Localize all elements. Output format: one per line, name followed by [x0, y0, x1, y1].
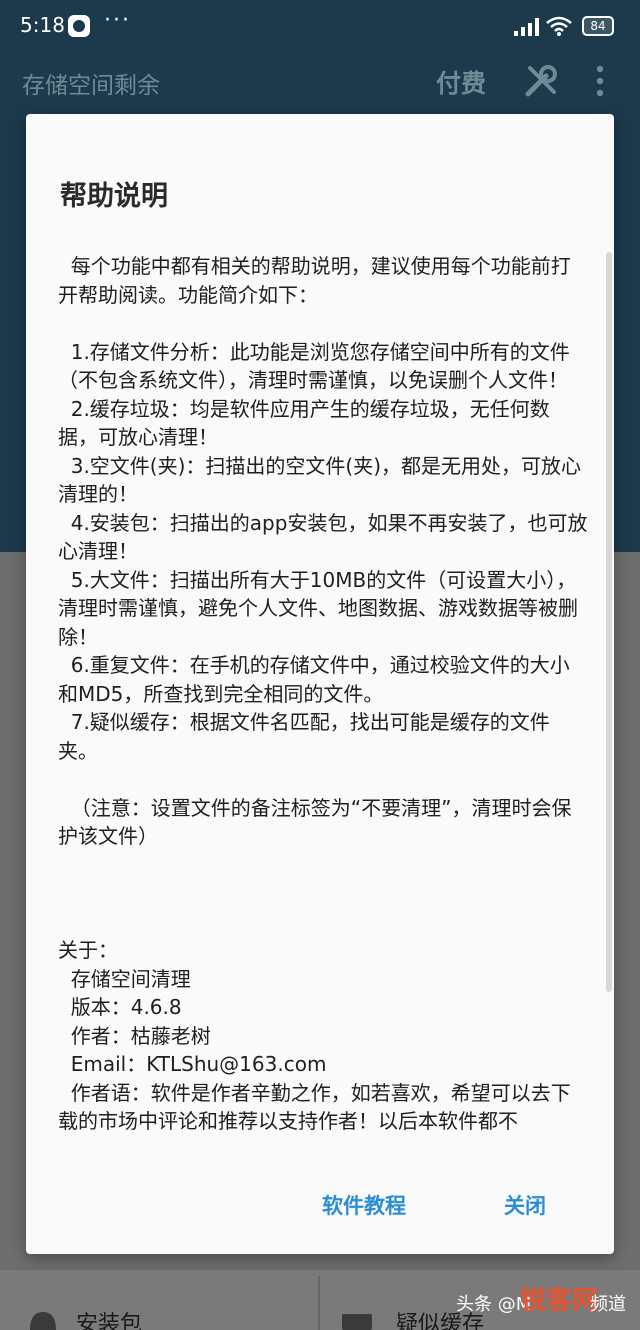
status-time: 5:18	[20, 13, 65, 37]
overflow-menu-icon[interactable]	[590, 64, 610, 98]
android-icon	[30, 1312, 56, 1330]
help-dialog: 帮助说明 每个功能中都有相关的帮助说明，建议使用每个功能前打开帮助阅读。功能简介…	[26, 114, 614, 1254]
grid-divider	[318, 1276, 320, 1330]
tools-icon[interactable]	[524, 64, 558, 98]
signal-icon	[514, 18, 539, 36]
close-button[interactable]: 关闭	[504, 1190, 546, 1220]
dialog-actions: 软件教程 关闭	[26, 1164, 614, 1244]
app-title: 存储空间剩余	[22, 73, 160, 99]
pay-button[interactable]: 付费	[436, 64, 486, 100]
watermark-logo: 锐客网	[520, 1286, 599, 1316]
feature-apk-label[interactable]: 安装包	[76, 1306, 142, 1330]
more-notifications-icon: ···	[104, 8, 131, 33]
app-bar: 存储空间剩余 付费	[0, 52, 640, 112]
screen-record-icon	[68, 15, 90, 37]
wifi-icon	[546, 16, 572, 36]
battery-icon: 84	[582, 16, 614, 36]
dialog-content[interactable]: 每个功能中都有相关的帮助说明，建议使用每个功能前打开帮助阅读。功能简介如下： 1…	[58, 252, 588, 1148]
status-bar: 5:18 ··· 84	[0, 0, 640, 52]
suspect-cache-icon	[342, 1314, 372, 1330]
dialog-title: 帮助说明	[60, 181, 168, 212]
watermark-suffix: 频道	[590, 1294, 626, 1315]
dialog-scrollbar[interactable]	[606, 252, 612, 992]
tutorial-button[interactable]: 软件教程	[322, 1190, 406, 1220]
